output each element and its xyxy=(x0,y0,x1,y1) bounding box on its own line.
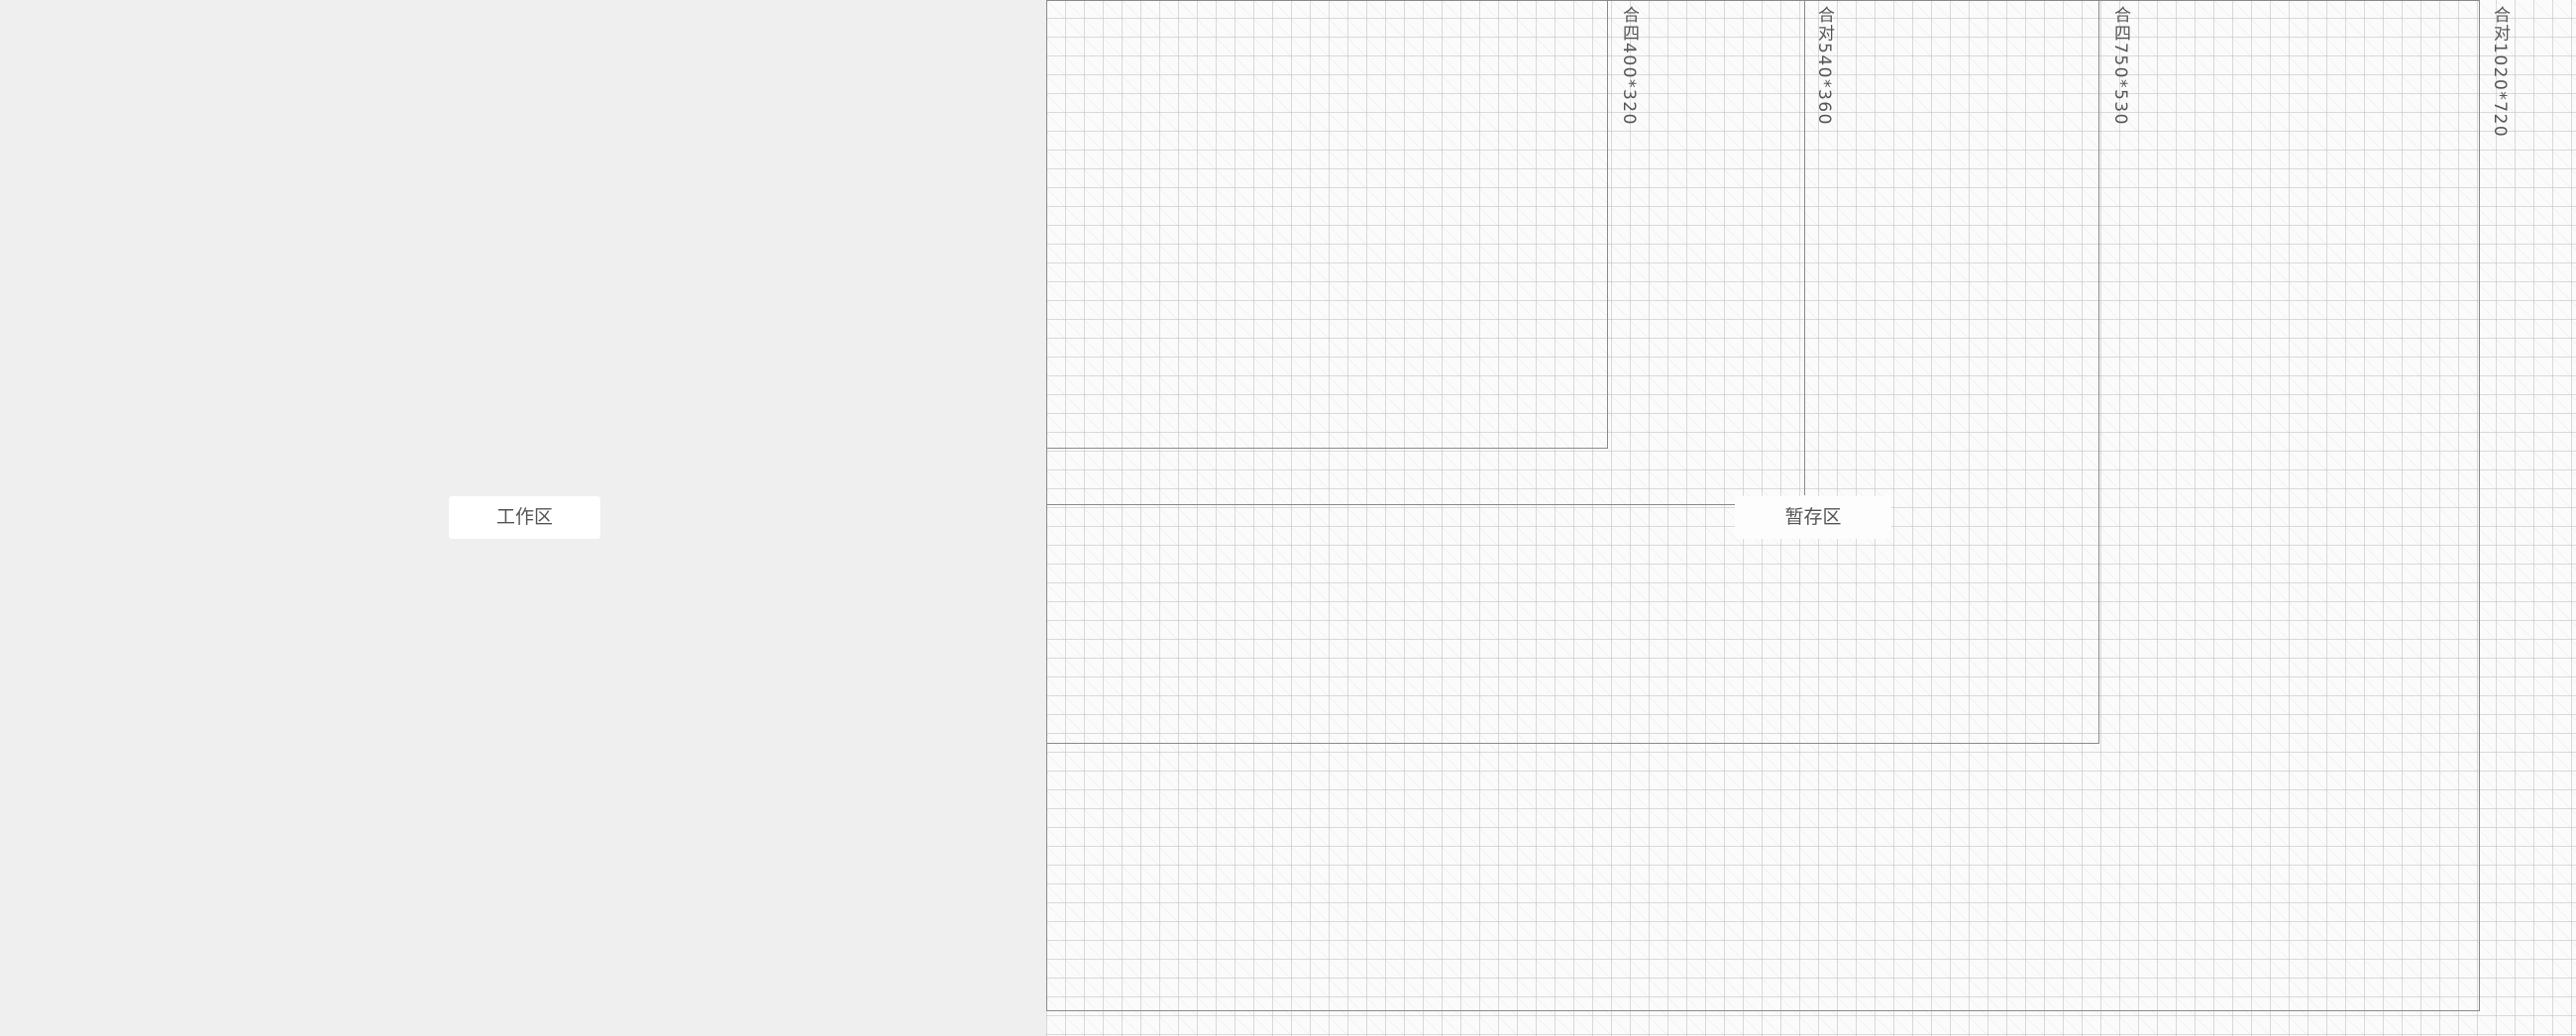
frame-1020x720-label: 合对1020*720 xyxy=(2490,6,2510,139)
frame-1020x720-bottom-edge[interactable] xyxy=(1046,1010,2480,1011)
frame-540x360-bottom-edge[interactable] xyxy=(1046,504,1735,505)
frame-750x530-label: 合四750*530 xyxy=(2110,6,2130,126)
frame-750x530-bottom-edge[interactable] xyxy=(1046,743,2099,744)
frame-750x530-right-edge[interactable] xyxy=(2098,0,2099,744)
frame-400x320-right-edge[interactable] xyxy=(1607,0,1608,449)
frame-top-border xyxy=(1046,0,2480,1)
frame-400x320-label: 合四400*320 xyxy=(1619,6,1639,126)
workspace-label: 工作区 xyxy=(449,496,600,539)
workspace-area[interactable]: 工作区 xyxy=(0,0,1046,1036)
frame-left-border xyxy=(1046,0,1047,1011)
frame-540x360-label: 合对540*360 xyxy=(1814,6,1834,126)
frame-400x320-bottom-edge[interactable] xyxy=(1046,448,1608,449)
frame-540x360-right-edge[interactable] xyxy=(1804,0,1805,495)
stash-label: 暂存区 xyxy=(1735,496,1891,539)
frame-1020x720-right-edge[interactable] xyxy=(2479,0,2480,1011)
